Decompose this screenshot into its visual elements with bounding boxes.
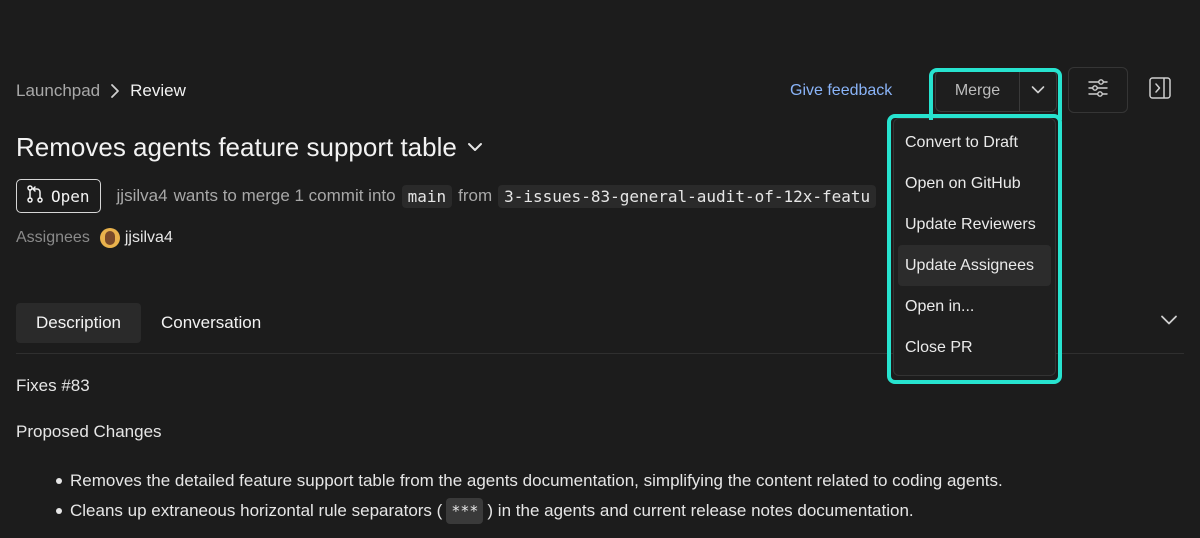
- toggle-panel-button[interactable]: [1130, 67, 1190, 113]
- tab-description[interactable]: Description: [16, 303, 141, 343]
- list-item: Removes the detailed feature support tab…: [16, 466, 1003, 496]
- merge-description: wants to merge 1 commit into: [173, 186, 396, 205]
- menu-item-open-on-github[interactable]: Open on GitHub: [898, 163, 1051, 204]
- breadcrumb-launchpad[interactable]: Launchpad: [16, 81, 100, 101]
- merge-button[interactable]: Merge: [936, 71, 1020, 111]
- give-feedback-link[interactable]: Give feedback: [790, 80, 892, 102]
- avatar: [99, 228, 120, 248]
- panel-toggle-icon: [1148, 76, 1172, 105]
- tab-conversation[interactable]: Conversation: [161, 303, 261, 343]
- assignees-row: Assignees jjsilva4: [16, 227, 173, 249]
- status-label: Open: [51, 186, 90, 206]
- menu-item-update-reviewers[interactable]: Update Reviewers: [898, 204, 1051, 245]
- menu-item-update-assignees[interactable]: Update Assignees: [898, 245, 1051, 286]
- pr-author[interactable]: jjsilva4: [117, 186, 168, 206]
- head-branch: 3-issues-83-general-audit-of-12x-featu: [498, 184, 877, 208]
- base-branch: main: [401, 184, 453, 208]
- chevron-down-icon: [1031, 82, 1045, 100]
- merge-options-button[interactable]: [1020, 71, 1056, 111]
- chevron-down-icon[interactable]: [467, 141, 483, 153]
- breadcrumb: Launchpad Review: [16, 80, 186, 102]
- status-badge: Open: [16, 179, 101, 213]
- menu-item-close-pr[interactable]: Close PR: [898, 327, 1051, 368]
- changes-list: Removes the detailed feature support tab…: [16, 466, 1003, 526]
- settings-button[interactable]: [1068, 67, 1128, 113]
- menu-item-open-in[interactable]: Open in...: [898, 286, 1051, 327]
- section-heading: Proposed Changes: [16, 422, 162, 441]
- inline-code: ***: [446, 498, 484, 524]
- assignee-name[interactable]: jjsilva4: [125, 229, 173, 247]
- from-text: from: [458, 186, 493, 205]
- pr-title: Removes agents feature support table: [16, 131, 457, 162]
- pull-request-icon: [27, 184, 51, 208]
- pr-status-row: Open jjsilva4 wants to merge 1 commit in…: [16, 179, 882, 213]
- page-title: Removes agents feature support table: [16, 130, 483, 164]
- merge-options-menu: Convert to Draft Open on GitHub Update R…: [893, 118, 1056, 376]
- pr-review-view: Launchpad Review Give feedback Merge Rem…: [0, 0, 1200, 538]
- list-item-text-after: ) in the agents and current release note…: [487, 501, 914, 520]
- menu-item-convert-to-draft[interactable]: Convert to Draft: [898, 122, 1051, 163]
- list-item-text: Removes the detailed feature support tab…: [70, 471, 1003, 490]
- settings-sliders-icon: [1088, 78, 1108, 102]
- chevron-right-icon: [110, 83, 120, 99]
- assignees-label: Assignees: [16, 229, 90, 246]
- list-item-text-before: Cleans up extraneous horizontal rule sep…: [70, 501, 443, 520]
- fixes-line: Fixes #83: [16, 376, 90, 395]
- chevron-down-icon[interactable]: [1160, 313, 1178, 331]
- list-item: Cleans up extraneous horizontal rule sep…: [16, 496, 1003, 526]
- breadcrumb-review: Review: [130, 81, 186, 100]
- merge-split-button: Merge: [935, 70, 1057, 112]
